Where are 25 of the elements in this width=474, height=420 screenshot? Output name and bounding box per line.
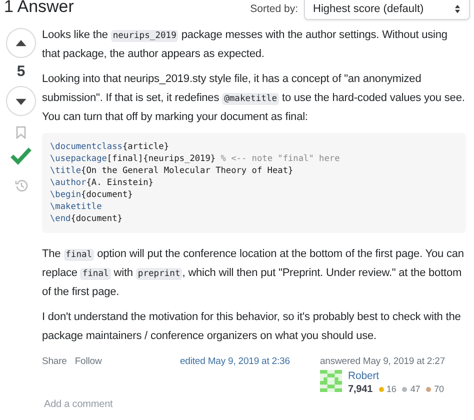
paragraph: Looks like the neurips_2019 package messes with the author settings. Without using that package, the author appears as expected.: [42, 28, 448, 62]
code-block: \documentclass{article} \usepackage[final]{neurips_2019} % <-- note "final" here \title{On the General Molecular Theory of Heat} \author{A. Einstein} \begin{document} \maketitle \end{document}: [42, 133, 466, 233]
sort-dropdown[interactable]: Highest score (default): [304, 0, 470, 20]
up-triangle-icon: [15, 40, 27, 46]
badge-count: 47: [410, 383, 420, 396]
badge-count: 70: [434, 383, 444, 396]
post-action-link[interactable]: Follow: [74, 356, 102, 368]
edited-link[interactable]: edited May 9, 2019 at 2:36: [180, 356, 320, 396]
avatar-icon: [320, 370, 342, 392]
paragraph: The final option will put the conference location at the bottom of the first page. You can replace final with preprint , which will then put "Preprint. Under review." at the bottom of the first page.: [42, 247, 465, 300]
dropdown-arrows-icon: [454, 4, 461, 14]
reputation-score: 7,941: [348, 383, 373, 396]
user-name-link[interactable]: Robert: [348, 370, 444, 383]
down-triangle-icon: [15, 98, 27, 104]
answered-date: answered May 9, 2019 at 2:27: [320, 356, 446, 368]
paragraph: Looking into that neurips_2019.sty style file, it has a concept of "an anonymized submission". If that is set, it redefines @maketitle to use the hard-coded values you see. You can turn that off by marking your document as final:: [42, 72, 466, 125]
add-comment-link[interactable]: Add a comment: [42, 398, 466, 411]
answer-count-heading: 1 Answer: [4, 0, 74, 18]
downvote-button[interactable]: [6, 86, 36, 116]
paragraph: I don't understand the motivation for this behavior, so it's probably best to check with the package maintainers / conference organizers on what you should use.: [42, 310, 462, 344]
sort-label: Sorted by:: [250, 3, 298, 15]
badge-count: 16: [386, 383, 396, 396]
post-action-link[interactable]: Share: [42, 356, 67, 368]
vote-count: 5: [16, 62, 26, 82]
upvote-button[interactable]: [6, 28, 36, 58]
